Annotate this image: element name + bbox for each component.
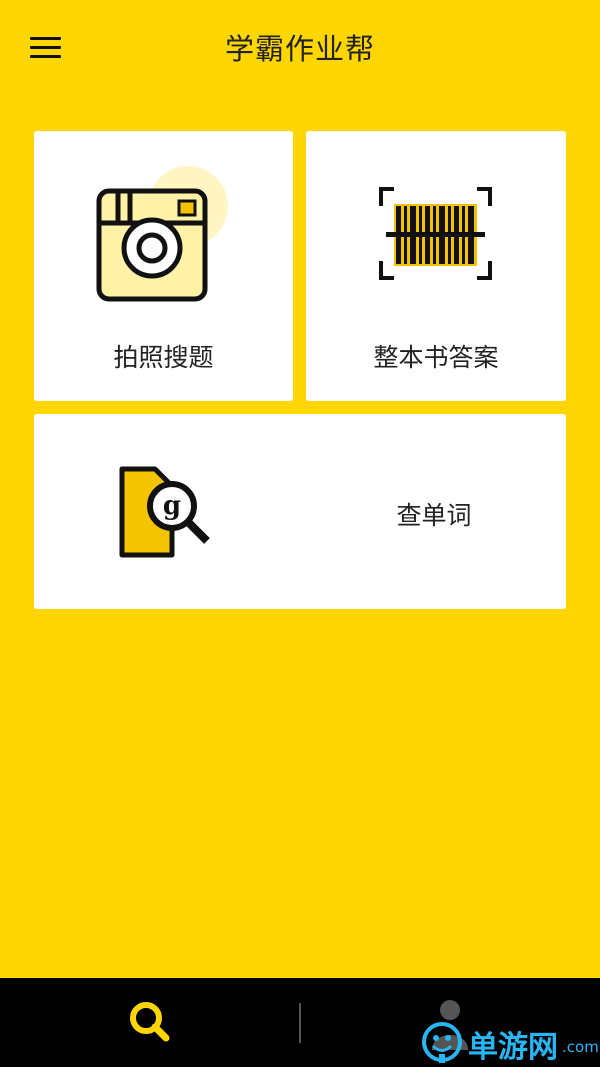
page-title: 学霸作业帮 bbox=[224, 32, 375, 66]
watermark-text: 单游网 bbox=[468, 1030, 558, 1065]
watermark-suffix: .com bbox=[562, 1038, 599, 1056]
word-lookup-label: 查单词 bbox=[396, 501, 472, 530]
site-watermark: 单游网 .com bbox=[420, 1020, 599, 1066]
photo-search-card[interactable]: 拍照搜题 bbox=[34, 131, 293, 401]
tab-divider bbox=[299, 1003, 301, 1043]
photo-search-label: 拍照搜题 bbox=[113, 343, 214, 372]
search-icon bbox=[130, 1002, 170, 1042]
tab-search[interactable] bbox=[120, 994, 180, 1050]
camera-icon bbox=[96, 166, 228, 302]
smiley-logo-icon bbox=[422, 1022, 462, 1063]
book-answers-card[interactable]: 整本书答案 bbox=[306, 131, 566, 401]
book-answers-label: 整本书答案 bbox=[373, 343, 499, 372]
word-lookup-card[interactable]: g 查单词 bbox=[34, 414, 566, 609]
svg-text:g: g bbox=[163, 491, 181, 521]
dictionary-search-icon: g bbox=[119, 466, 210, 558]
app-header: 学霸作业帮 bbox=[0, 0, 600, 100]
barcode-scan-icon bbox=[379, 187, 492, 280]
